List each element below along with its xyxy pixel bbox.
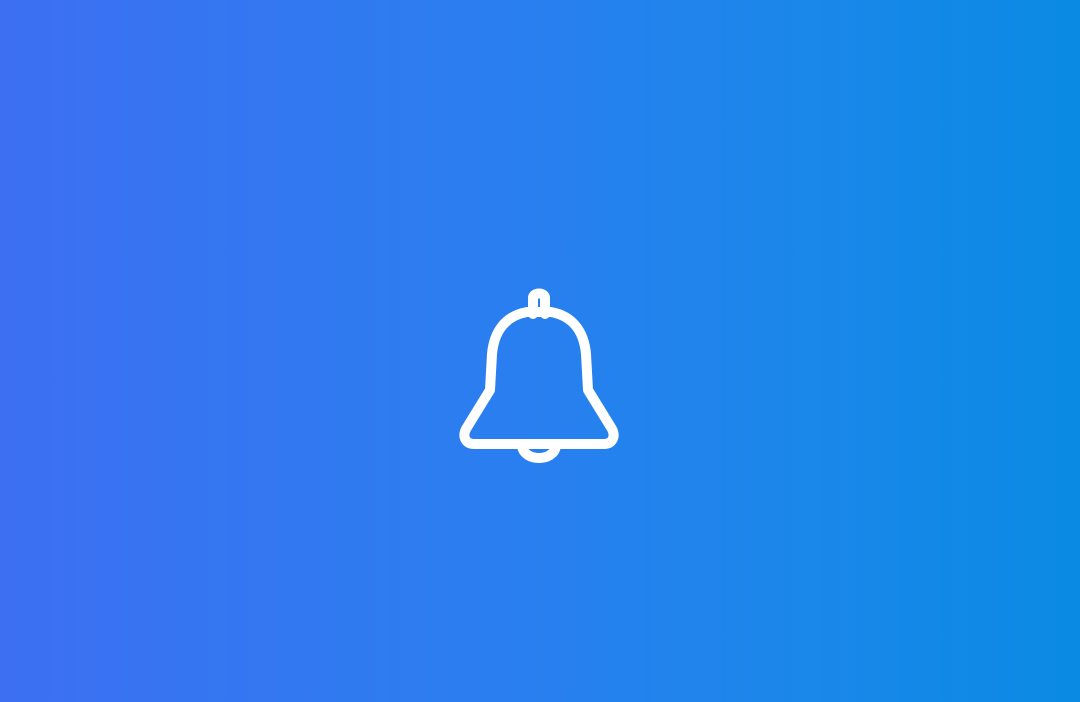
notification-bell-button[interactable]: [458, 286, 620, 470]
bell-icon: [458, 286, 620, 470]
notification-screen: [0, 0, 1080, 702]
